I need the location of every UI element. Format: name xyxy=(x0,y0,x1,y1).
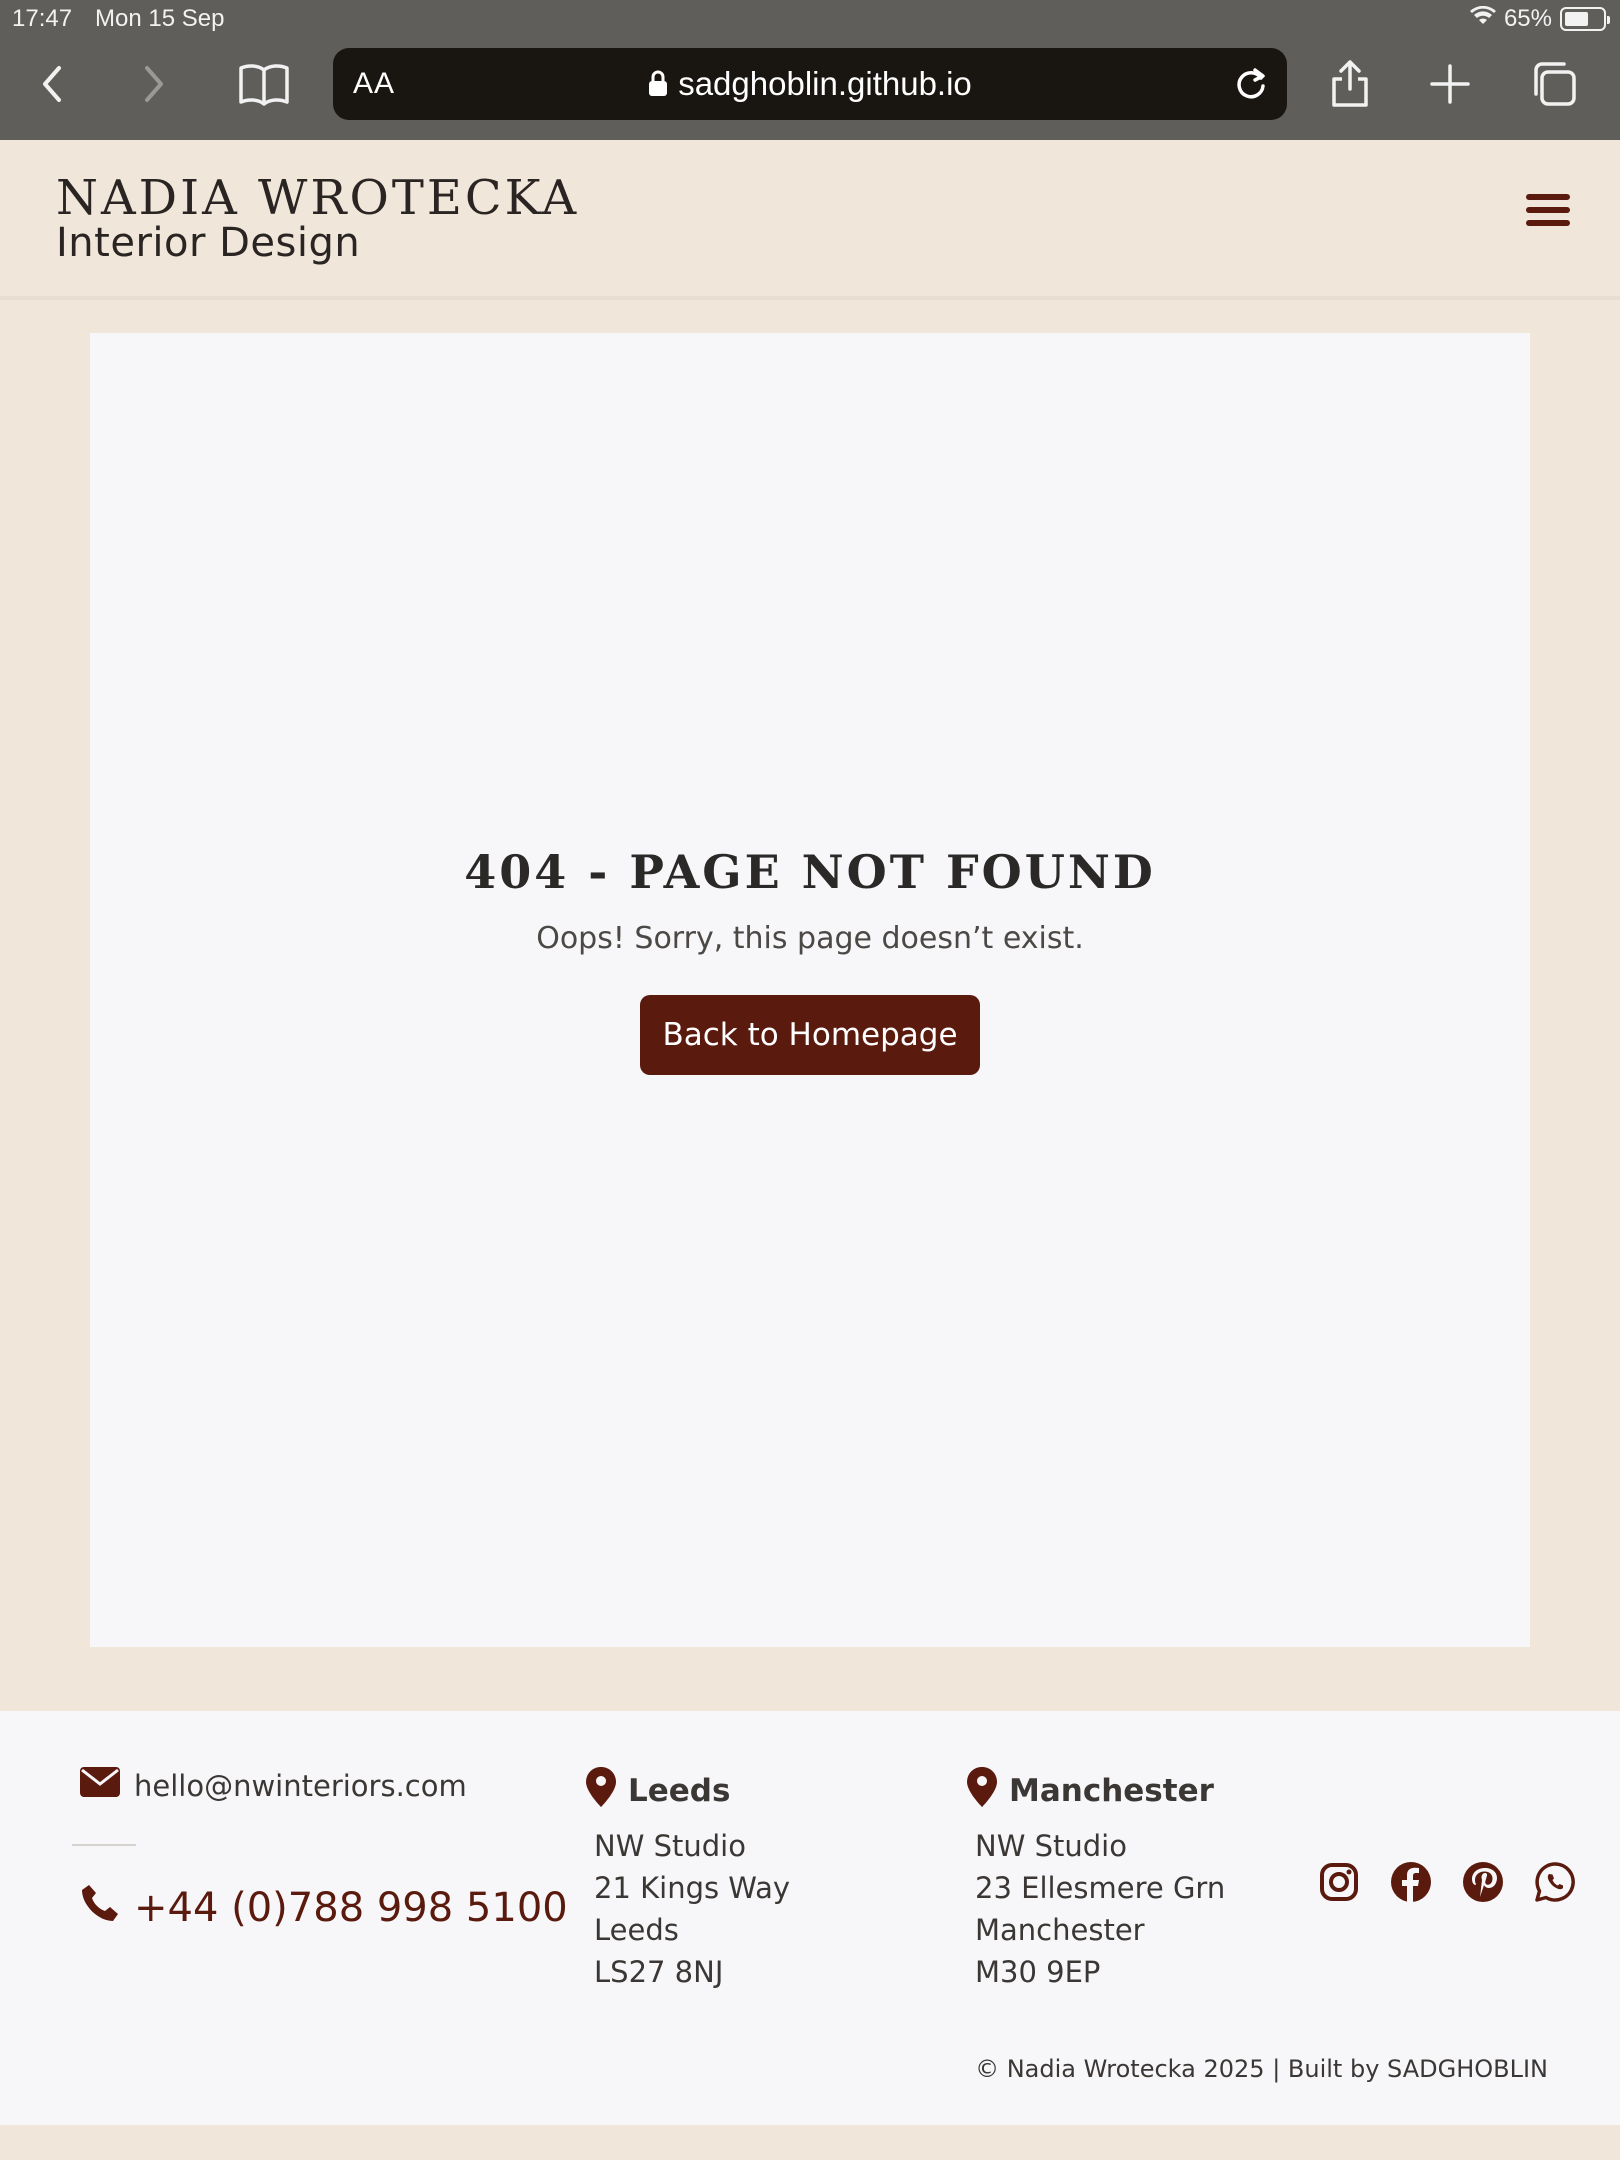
error-message: Oops! Sorry, this page doesn’t exist. xyxy=(536,921,1084,956)
bookmarks-icon[interactable] xyxy=(236,56,292,112)
status-right: 65% xyxy=(1469,5,1610,33)
copyright-text: © Nadia Wrotecka 2025 | Built by SADGHOB… xyxy=(975,2055,1548,2083)
instagram-icon[interactable] xyxy=(1318,1861,1360,1903)
menu-icon[interactable] xyxy=(1526,194,1570,234)
phone-contact[interactable]: +44 (0)788 998 5100 xyxy=(80,1883,568,1933)
phone-icon xyxy=(80,1883,120,1933)
forward-icon[interactable] xyxy=(126,56,182,112)
reload-icon[interactable] xyxy=(1229,62,1273,106)
address-line: LS27 8NJ xyxy=(594,1955,724,1989)
whatsapp-icon[interactable] xyxy=(1534,1861,1576,1903)
browser-toolbar: AA sadghoblin.github.io xyxy=(0,40,1620,140)
battery-icon xyxy=(1560,7,1610,31)
address-line: M30 9EP xyxy=(975,1955,1101,1989)
error-card: 404 - PAGE NOT FOUND Oops! Sorry, this p… xyxy=(90,333,1530,1647)
back-to-homepage-button[interactable]: Back to Homepage xyxy=(640,995,980,1075)
location-city: Manchester xyxy=(1009,1773,1214,1809)
social-links xyxy=(1318,1861,1576,1903)
status-time: 17:47 xyxy=(12,5,73,32)
page-bottom-band xyxy=(0,2125,1620,2160)
envelope-icon xyxy=(80,1767,120,1804)
lock-icon xyxy=(648,67,668,105)
address-line: 23 Ellesmere Grn xyxy=(975,1871,1226,1905)
facebook-icon[interactable] xyxy=(1390,1861,1432,1903)
site-header: NADIA WROTECKA Interior Design xyxy=(0,140,1620,300)
new-tab-icon[interactable] xyxy=(1422,56,1478,112)
location-manchester: Manchester NW Studio 23 Ellesmere Grn Ma… xyxy=(967,1767,1225,1993)
location-city: Leeds xyxy=(628,1773,731,1809)
brand-name[interactable]: NADIA WROTECKA xyxy=(56,170,579,226)
share-icon[interactable] xyxy=(1322,56,1378,112)
battery-percent: 65% xyxy=(1503,5,1552,32)
address-line: Manchester xyxy=(975,1913,1145,1947)
back-icon[interactable] xyxy=(24,56,80,112)
email-contact[interactable]: hello@nwinteriors.com xyxy=(80,1767,467,1804)
error-title: 404 - PAGE NOT FOUND xyxy=(464,845,1156,899)
brand-subtitle[interactable]: Interior Design xyxy=(56,220,360,266)
location-leeds: Leeds NW Studio 21 Kings Way Leeds LS27 … xyxy=(586,1767,790,1993)
address-line: Leeds xyxy=(594,1913,679,1947)
url-host: sadghoblin.github.io xyxy=(678,65,972,102)
email-address[interactable]: hello@nwinteriors.com xyxy=(134,1769,467,1803)
footer-divider xyxy=(72,1844,136,1846)
address-bar[interactable]: AA sadghoblin.github.io xyxy=(333,48,1287,120)
phone-number[interactable]: +44 (0)788 998 5100 xyxy=(134,1885,568,1931)
tabs-overview-icon[interactable] xyxy=(1526,56,1582,112)
map-pin-icon xyxy=(586,1767,616,1815)
address-line: NW Studio xyxy=(975,1829,1127,1863)
status-date: Mon 15 Sep xyxy=(95,5,225,32)
url-display[interactable]: sadghoblin.github.io xyxy=(333,65,1287,105)
wifi-icon xyxy=(1469,5,1496,33)
address-line: 21 Kings Way xyxy=(594,1871,791,1905)
address-line: NW Studio xyxy=(594,1829,746,1863)
status-bar: 17:47 Mon 15 Sep 65% xyxy=(0,0,1620,40)
map-pin-icon xyxy=(967,1767,997,1815)
site-footer: hello@nwinteriors.com +44 (0)788 998 510… xyxy=(0,1711,1620,2125)
pinterest-icon[interactable] xyxy=(1462,1861,1504,1903)
